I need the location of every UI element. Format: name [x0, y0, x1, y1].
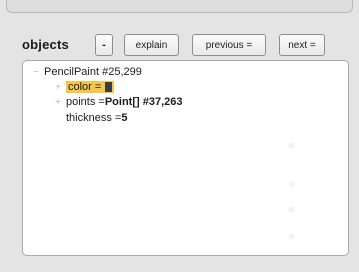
objects-panel: objects - explain previous = next = − Pe… — [0, 0, 359, 272]
next-button[interactable]: next = — [279, 34, 325, 56]
root-object-label: PencilPaint #25,299 — [44, 66, 142, 78]
panel-top-edge — [6, 0, 353, 13]
expand-toggle-icon[interactable]: + — [53, 97, 63, 108]
scroll-track-mark — [289, 182, 294, 187]
tree-row-root[interactable]: − PencilPaint #25,299 — [31, 66, 142, 78]
scroll-track-mark — [289, 207, 294, 212]
color-swatch — [105, 82, 113, 93]
scroll-track-mark — [289, 143, 294, 148]
thickness-property-label: thickness = — [66, 112, 122, 124]
panel-title: objects — [22, 37, 69, 52]
collapse-button[interactable]: - — [95, 34, 113, 56]
object-tree[interactable]: − PencilPaint #25,299 + color = + points… — [22, 60, 349, 256]
explain-button[interactable]: explain — [124, 34, 179, 56]
collapse-toggle-icon[interactable]: − — [31, 67, 41, 78]
tree-row-thickness[interactable]: thickness = 5 — [66, 112, 127, 124]
thickness-property-value: 5 — [121, 112, 128, 124]
tree-row-points[interactable]: + points = Point[] #37,263 — [53, 96, 182, 108]
expand-toggle-icon[interactable]: + — [53, 82, 63, 93]
color-property-label: color = — [68, 81, 105, 93]
points-property-value: Point[] #37,263 — [104, 96, 183, 108]
tree-row-color[interactable]: + color = — [53, 81, 115, 93]
points-property-label: points = — [66, 96, 105, 108]
selected-property[interactable]: color = — [66, 81, 115, 93]
previous-button[interactable]: previous = — [192, 34, 266, 56]
scroll-track-mark — [289, 234, 294, 239]
